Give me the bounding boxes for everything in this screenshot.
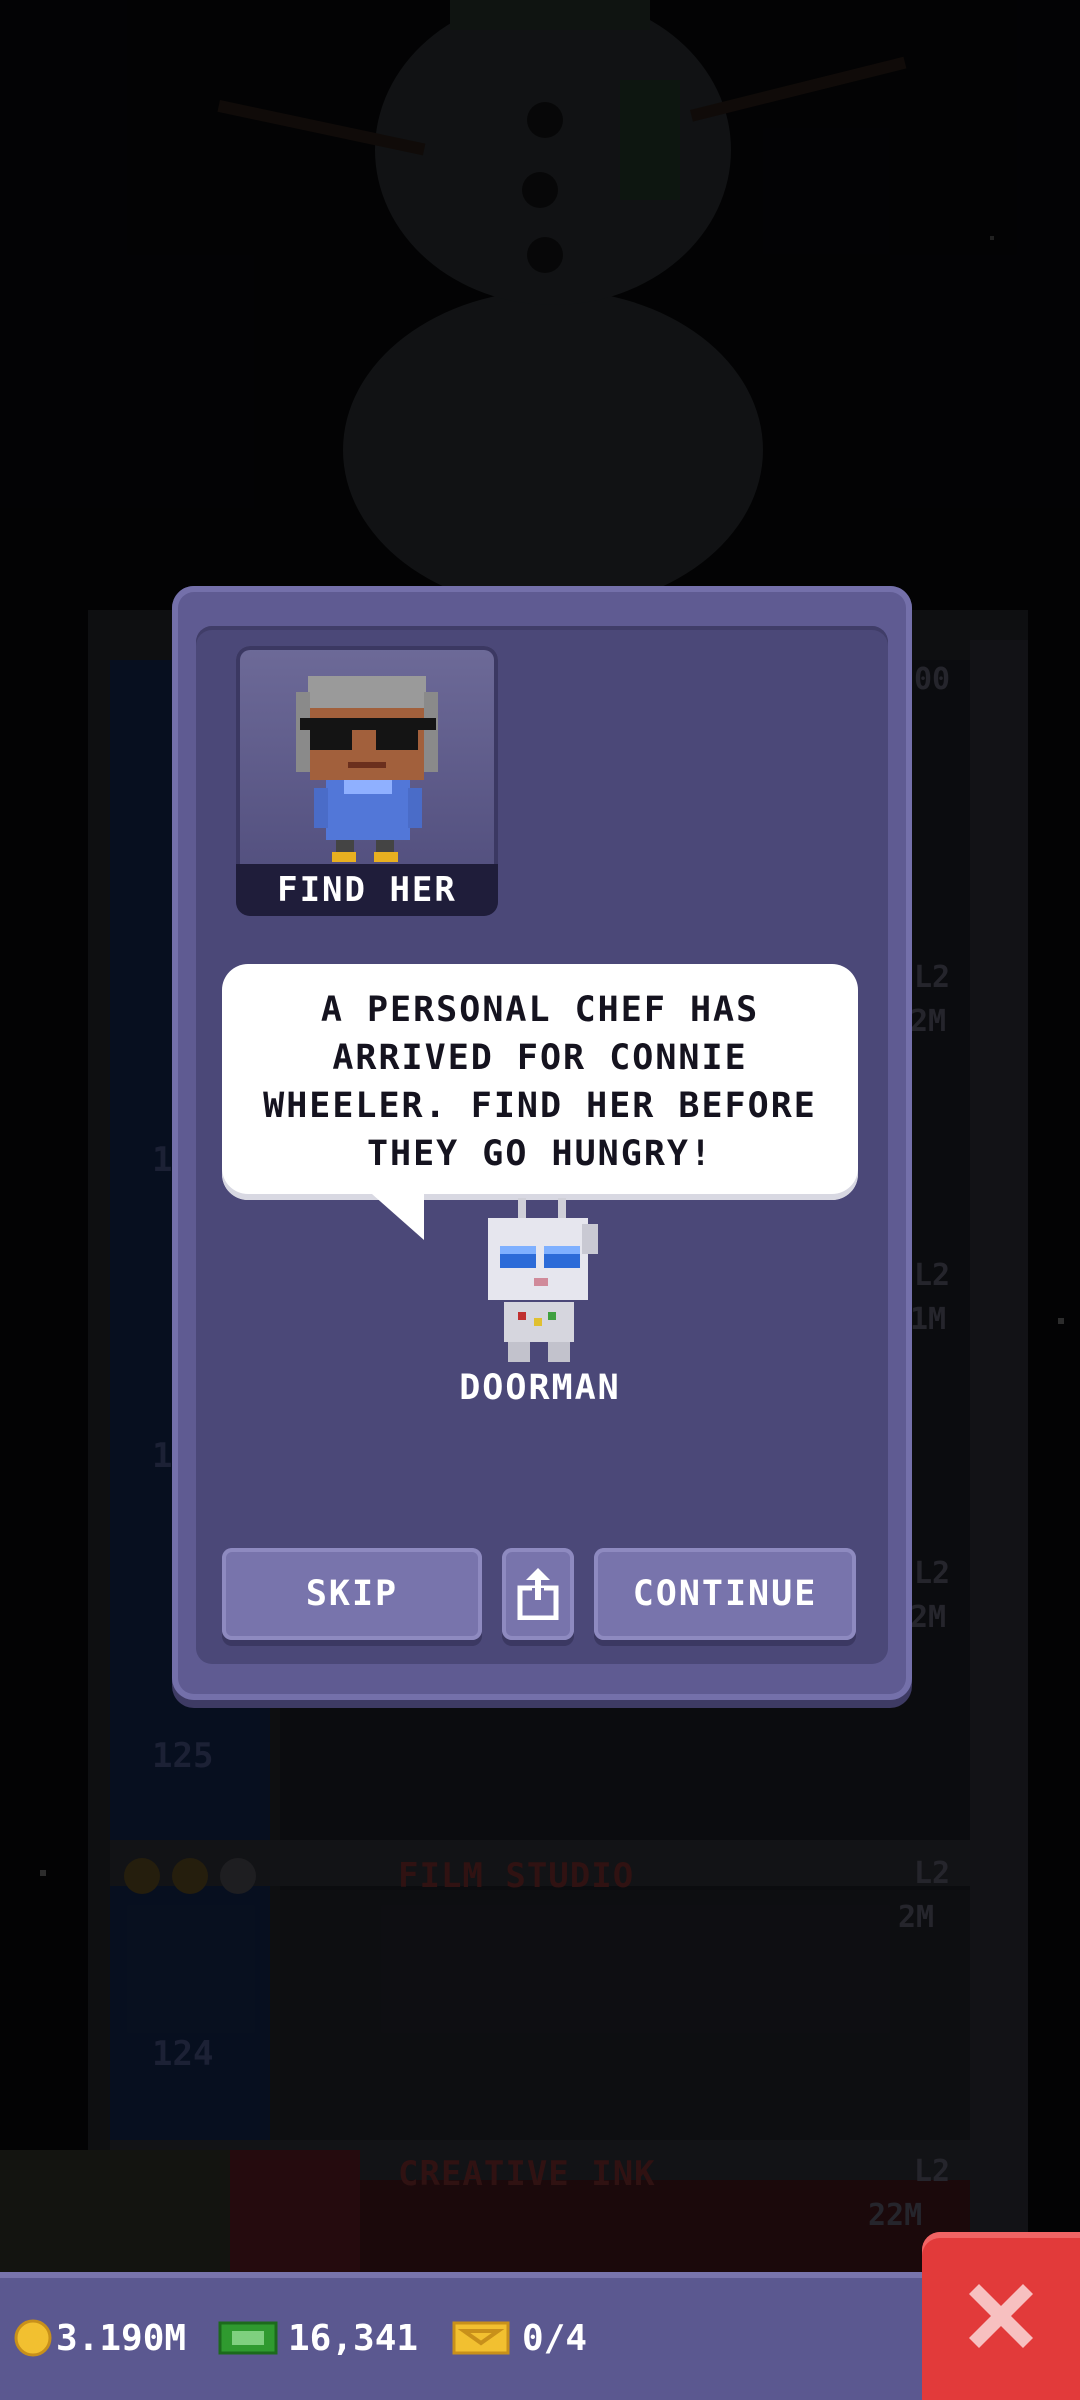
coins-stat: 3.190M	[14, 2314, 186, 2362]
speech-bubble: A PERSONAL CHEF HAS ARRIVED FOR CONNIE W…	[222, 964, 858, 1200]
share-button[interactable]	[502, 1548, 574, 1640]
continue-button[interactable]: CONTINUE	[594, 1548, 856, 1640]
close-x-icon	[969, 2284, 1033, 2348]
portrait-caption: FIND HER	[236, 864, 498, 916]
coin-icon	[14, 2319, 52, 2357]
tickets-value: 0/4	[522, 2317, 588, 2359]
speaker-name: DOORMAN	[459, 1368, 621, 1408]
bux-value: 16,341	[288, 2317, 419, 2359]
bux-stat: 16,341	[218, 2314, 418, 2362]
resource-bar: 3.190M 16,341 0/4	[0, 2272, 1080, 2400]
tickets-stat: 0/4	[452, 2314, 587, 2362]
chef-avatar-icon	[296, 676, 438, 862]
skip-button[interactable]: SKIP	[222, 1548, 482, 1640]
ticket-icon	[452, 2321, 510, 2355]
share-icon	[517, 1568, 559, 1620]
bux-icon	[218, 2321, 278, 2355]
dialog-message: A PERSONAL CHEF HAS ARRIVED FOR CONNIE W…	[263, 990, 817, 1174]
speech-bubble-tail-icon	[372, 1194, 424, 1240]
character-portrait: FIND HER	[236, 646, 498, 916]
coins-value: 3.190M	[56, 2317, 187, 2359]
doorman-robot-icon	[488, 1198, 598, 1362]
close-button[interactable]	[922, 2232, 1080, 2400]
